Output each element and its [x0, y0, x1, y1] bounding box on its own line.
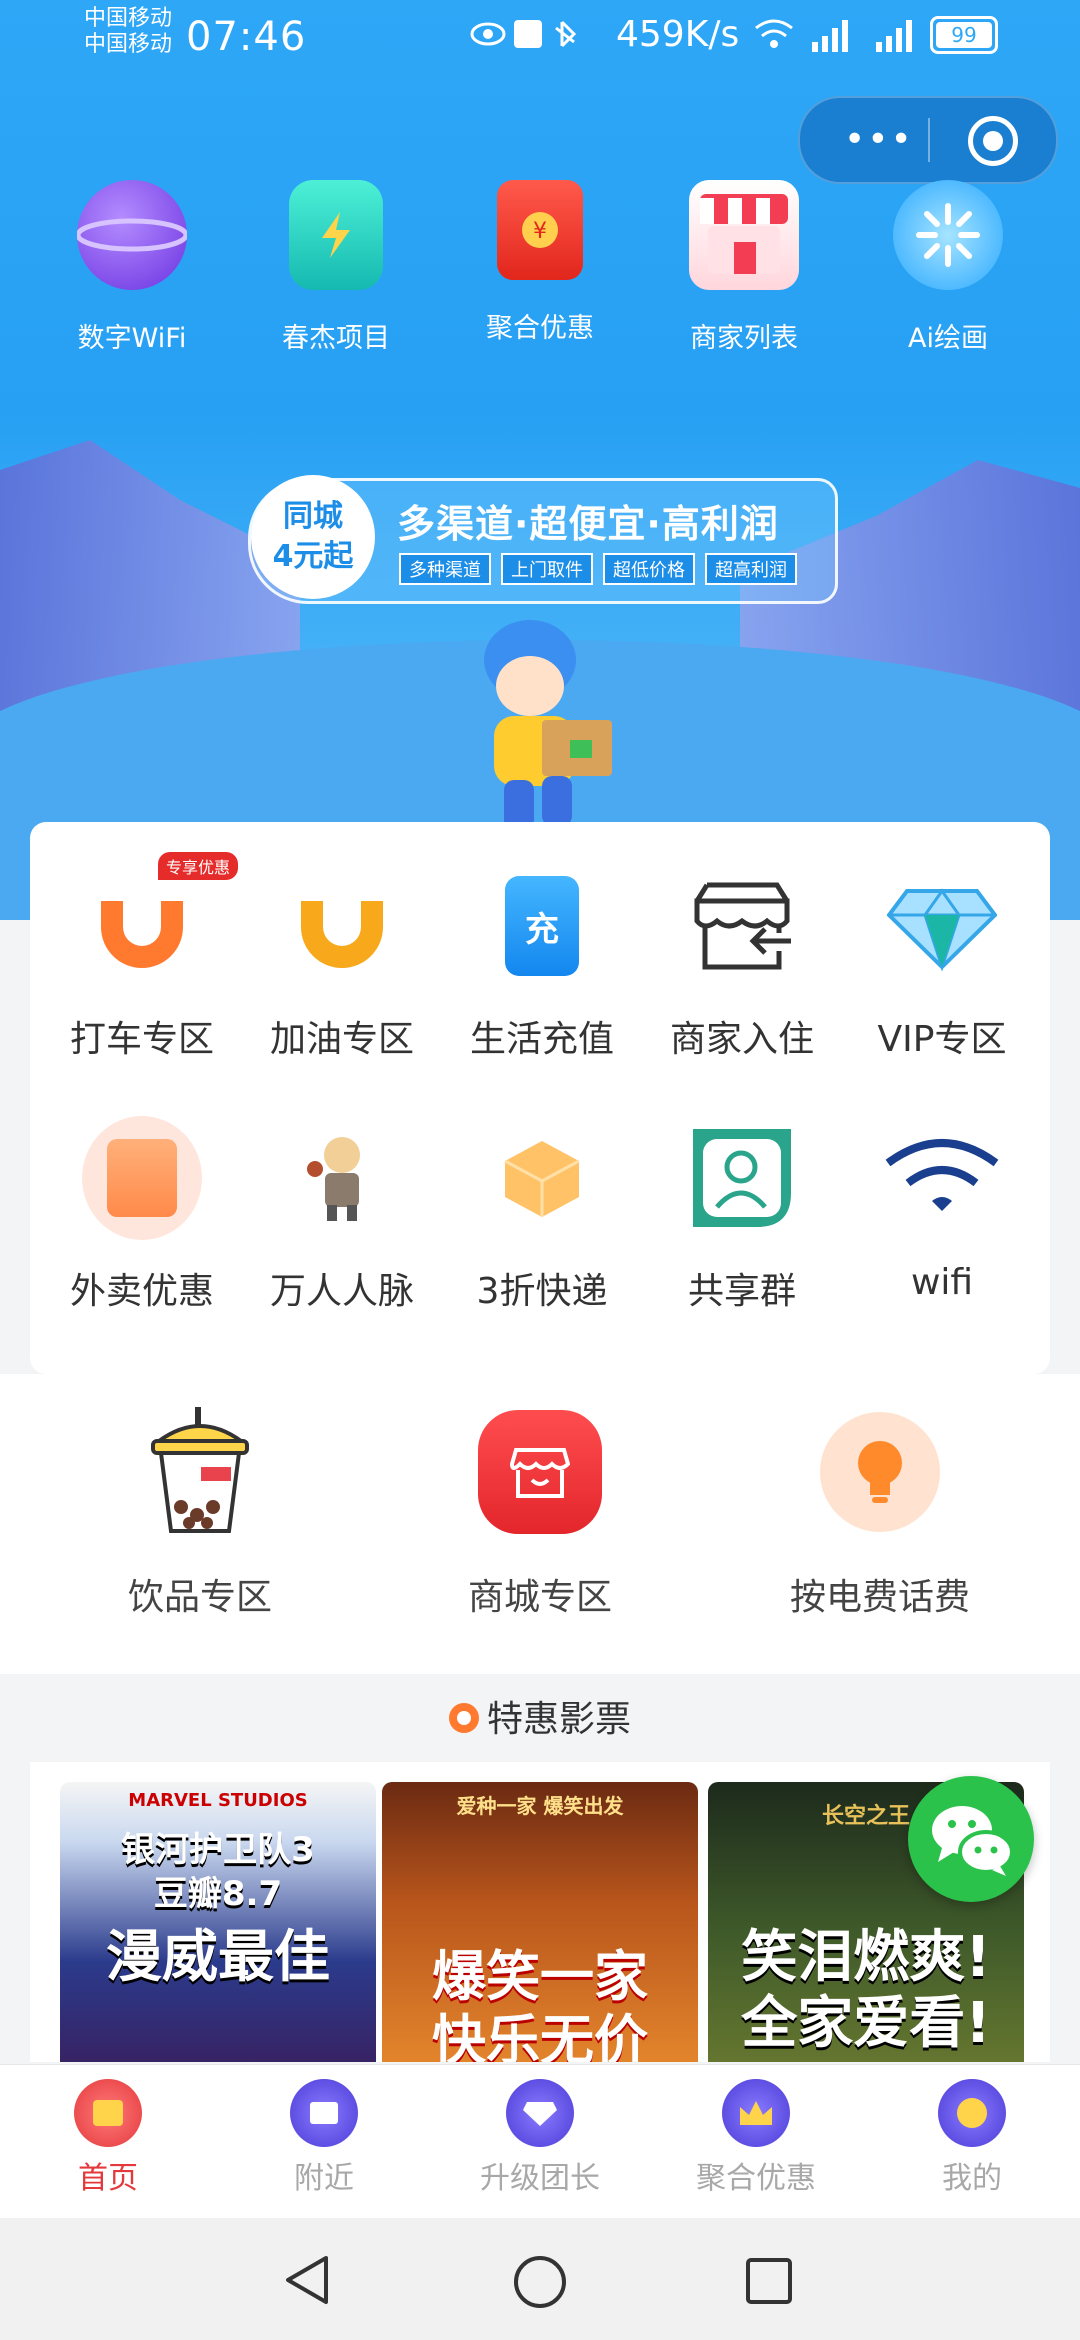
phone-charge-icon: [289, 180, 383, 290]
top-menu: 数字WiFi 春杰项目 ¥ 聚合优惠 商家列表 Ai绘画: [0, 180, 1080, 370]
red-envelope-icon: ¥: [497, 180, 583, 280]
diamond-icon: [882, 866, 1002, 986]
top-menu-item-ai[interactable]: Ai绘画: [846, 180, 1050, 355]
grid-item-network[interactable]: 万人人脉: [242, 1118, 442, 1314]
grid-item-vip[interactable]: VIP专区: [842, 866, 1042, 1062]
didi-fuel-icon: [282, 866, 402, 986]
heart-icon: [448, 1703, 479, 1733]
promo-banner[interactable]: 同城 4元起 多渠道·超便宜·高利润 多种渠道 上门取件 超低价格 超高利润: [248, 475, 838, 604]
home-icon[interactable]: [512, 2254, 568, 2310]
back-icon[interactable]: [282, 2254, 332, 2306]
package-box-icon: [482, 1118, 602, 1238]
battery-icon: 99: [930, 16, 998, 54]
service-grid: 专享优惠 打车专区 加油专区 充 生活充值 商家入住 VIP专区 外卖优惠 万人…: [30, 822, 1050, 1374]
courier-illustration: [484, 620, 612, 830]
mine-badge-icon: [938, 2079, 1006, 2147]
movie-poster[interactable]: 爱种一家 爆笑出发 爆笑一家 快乐无价: [382, 1782, 698, 2062]
grid-item-recharge[interactable]: 充 生活充值: [442, 866, 642, 1062]
section-title-movies: 特惠影票: [0, 1690, 1080, 1742]
grid-item-merchant-join[interactable]: 商家入住: [642, 866, 842, 1062]
planet-icon: [77, 180, 187, 290]
clock: 07:46: [186, 14, 307, 60]
wechat-float-button[interactable]: [908, 1776, 1034, 1902]
grid-item-wifi[interactable]: wifi: [842, 1118, 1042, 1303]
status-bar: 中国移动 中国移动 07:46 459K/s 99: [0, 0, 1080, 80]
top-menu-item-merchants[interactable]: 商家列表: [642, 180, 846, 355]
zone-drinks[interactable]: 饮品专区: [30, 1407, 370, 1620]
tab-nearby[interactable]: 附近: [216, 2079, 432, 2197]
banner-tag: 超高利润: [705, 553, 797, 585]
nearby-cup-icon: [290, 2079, 358, 2147]
movie-carousel: MARVEL STUDIOS 银河护卫队3 豆瓣8.7 漫威最佳 爱种一家 爆笑…: [30, 1762, 1050, 2062]
movie-poster[interactable]: MARVEL STUDIOS 银河护卫队3 豆瓣8.7 漫威最佳: [60, 1782, 376, 2062]
svg-text:¥: ¥: [533, 219, 547, 244]
carrier-label: 中国移动 中国移动: [84, 6, 173, 57]
grid-item-share-group[interactable]: 共享群: [642, 1118, 842, 1314]
top-menu-item-project[interactable]: 春杰项目: [234, 180, 438, 355]
promo-badge: 专享优惠: [158, 852, 239, 880]
character-icon: [282, 1118, 402, 1238]
bubble-tea-icon: [138, 1407, 262, 1534]
top-menu-item-wifi[interactable]: 数字WiFi: [30, 180, 234, 355]
store-icon: [689, 180, 799, 290]
target-icon[interactable]: [968, 116, 1018, 166]
net-speed: 459K/s: [616, 14, 740, 55]
grid-item-express[interactable]: 3折快递: [442, 1118, 642, 1314]
lightbulb-icon: [818, 1410, 942, 1534]
banner-tag: 多种渠道: [399, 553, 491, 585]
ai-burst-icon: [893, 180, 1003, 290]
banner-badge: 同城 4元起: [251, 475, 375, 599]
upgrade-diamond-icon: [506, 2079, 574, 2147]
status-icons: [470, 20, 577, 48]
signal-icons: [755, 19, 912, 52]
tab-mine[interactable]: 我的: [864, 2079, 1080, 2197]
tab-home[interactable]: 首页: [0, 2079, 216, 2197]
tab-deals[interactable]: 聚合优惠: [648, 2079, 864, 2197]
deals-crown-icon: [722, 2079, 790, 2147]
tab-upgrade[interactable]: 升级团长: [432, 2079, 648, 2197]
didi-taxi-icon: 专享优惠: [82, 852, 239, 986]
recharge-icon: 充: [482, 866, 602, 986]
banner-tag: 超低价格: [603, 553, 695, 585]
delivery-bag-icon: [82, 1116, 202, 1240]
grid-item-taxi[interactable]: 专享优惠 打车专区: [42, 852, 242, 1062]
system-nav-bar: [0, 2218, 1080, 2340]
store-enter-icon: [682, 866, 802, 986]
top-menu-item-deals[interactable]: ¥ 聚合优惠: [438, 180, 642, 345]
more-dots-icon[interactable]: •••: [844, 122, 914, 158]
zone-mall[interactable]: 商城专区: [370, 1410, 710, 1620]
home-gift-icon: [74, 2079, 142, 2147]
banner-tag: 上门取件: [501, 553, 593, 585]
banner-slogan: 多渠道·超便宜·高利润: [397, 502, 779, 546]
capsule-divider: [928, 118, 930, 162]
grid-item-takeaway[interactable]: 外卖优惠: [42, 1116, 242, 1314]
zone-row: 饮品专区 商城专区 按电费话费: [0, 1374, 1080, 1674]
hero-header: 中国移动 中国移动 07:46 459K/s 99 ••• 数字WiFi 春杰项…: [0, 0, 1080, 920]
wechat-icon: [932, 1806, 1014, 1876]
grid-item-fuel[interactable]: 加油专区: [242, 866, 442, 1062]
contact-card-icon: [682, 1118, 802, 1238]
recents-icon[interactable]: [744, 2256, 794, 2306]
bottom-tab-bar: 首页 附近 升级团长 聚合优惠 我的: [0, 2064, 1080, 2219]
wifi-icon: [882, 1118, 1002, 1238]
mall-store-icon: [478, 1410, 602, 1534]
banner-tags: 多种渠道 上门取件 超低价格 超高利润: [399, 553, 797, 585]
zone-bills[interactable]: 按电费话费: [710, 1410, 1050, 1620]
miniprogram-capsule[interactable]: •••: [798, 96, 1058, 184]
